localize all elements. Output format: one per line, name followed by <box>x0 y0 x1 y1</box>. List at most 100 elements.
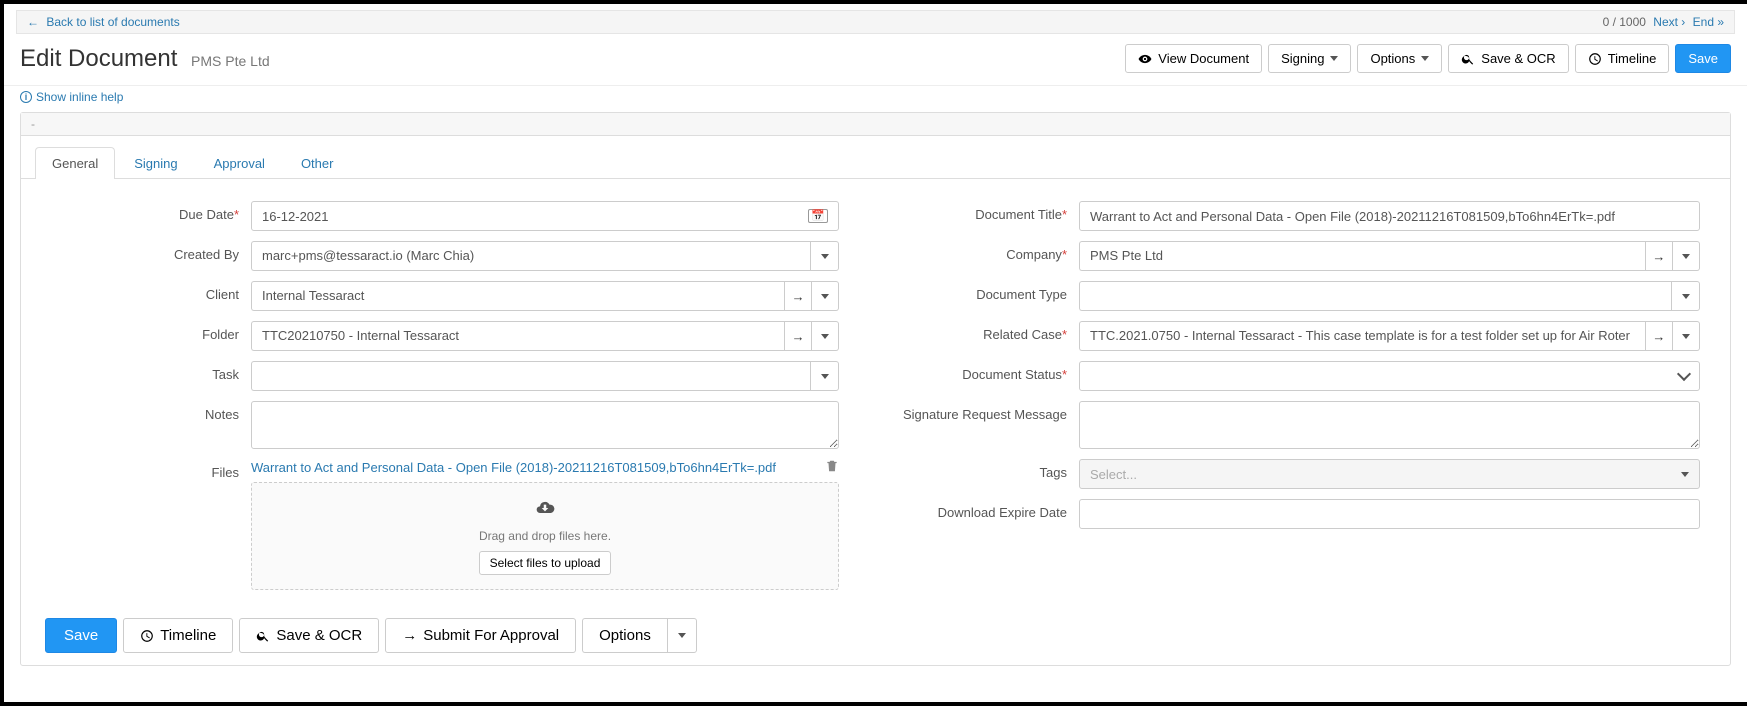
created-by-input[interactable]: marc+pms@tessaract.io (Marc Chia) <box>251 241 810 271</box>
signature-message-textarea[interactable] <box>1079 401 1700 449</box>
related-case-goto-button[interactable] <box>1645 321 1672 351</box>
arrow-right-icon <box>1652 249 1665 264</box>
pager-end-link[interactable]: End » <box>1693 15 1724 29</box>
caret-down-icon <box>821 374 829 379</box>
file-dropzone[interactable]: Drag and drop files here. Select files t… <box>251 482 839 590</box>
file-row: Warrant to Act and Personal Data - Open … <box>251 459 839 476</box>
search-icon <box>1461 52 1475 66</box>
label-company: Company <box>1006 247 1062 262</box>
view-document-label: View Document <box>1158 51 1249 66</box>
related-case-dropdown-toggle[interactable] <box>1673 321 1700 351</box>
panel-header: - <box>21 113 1730 136</box>
tab-approval[interactable]: Approval <box>197 147 282 179</box>
show-inline-help-link[interactable]: i Show inline help <box>4 86 139 112</box>
caret-down-icon <box>1681 472 1689 477</box>
save-ocr-button-bottom[interactable]: Save & OCR <box>239 618 379 653</box>
company-dropdown-toggle[interactable] <box>1673 241 1700 271</box>
signing-dropdown-button[interactable]: Signing <box>1268 44 1351 73</box>
save-label: Save <box>1688 51 1718 66</box>
view-document-button[interactable]: View Document <box>1125 44 1262 73</box>
trash-icon[interactable] <box>825 459 839 476</box>
save-button[interactable]: Save <box>1675 44 1731 73</box>
page-subtitle: PMS Pte Ltd <box>191 53 270 69</box>
left-column: Due Date* 16-12-2021 📅 Created By marc+p… <box>51 201 839 600</box>
label-tags: Tags <box>879 459 1079 480</box>
timeline-label-bottom: Timeline <box>160 627 216 644</box>
due-date-input[interactable]: 16-12-2021 📅 <box>251 201 839 231</box>
caret-down-icon <box>1682 294 1690 299</box>
related-case-value: TTC.2021.0750 - Internal Tessaract - Thi… <box>1090 328 1630 343</box>
options-dropdown-button[interactable]: Options <box>1357 44 1442 73</box>
clock-icon <box>1588 52 1602 66</box>
download-expire-input[interactable] <box>1079 499 1700 529</box>
bottom-actions: Save Timeline Save & OCR → Submit For Ap… <box>21 610 1730 653</box>
caret-down-icon <box>1330 56 1338 61</box>
calendar-icon: 📅 <box>808 209 828 223</box>
related-case-input[interactable]: TTC.2021.0750 - Internal Tessaract - Thi… <box>1079 321 1645 351</box>
company-goto-button[interactable] <box>1645 241 1672 271</box>
arrow-left-icon: ← <box>27 15 39 29</box>
timeline-label: Timeline <box>1608 51 1657 66</box>
options-button-group: Options <box>582 618 697 653</box>
client-input[interactable]: Internal Tessaract <box>251 281 784 311</box>
label-client: Client <box>51 281 251 302</box>
label-doc-type: Document Type <box>879 281 1079 302</box>
client-dropdown-toggle[interactable] <box>812 281 839 311</box>
client-goto-button[interactable] <box>784 281 811 311</box>
save-ocr-button[interactable]: Save & OCR <box>1448 44 1568 73</box>
clock-icon <box>140 629 154 643</box>
label-related-case: Related Case <box>983 327 1062 342</box>
created-by-value: marc+pms@tessaract.io (Marc Chia) <box>262 248 474 263</box>
caret-down-icon <box>1421 56 1429 61</box>
tab-other[interactable]: Other <box>284 147 351 179</box>
dropzone-text: Drag and drop files here. <box>266 529 824 543</box>
label-doc-status: Document Status <box>962 367 1062 382</box>
label-folder: Folder <box>51 321 251 342</box>
arrow-right-icon <box>792 289 805 304</box>
caret-down-icon <box>1682 254 1690 259</box>
options-dropdown-toggle-bottom[interactable] <box>667 618 697 653</box>
task-input[interactable] <box>251 361 810 391</box>
pager-count: 0 / 1000 <box>1603 15 1646 29</box>
header-actions: View Document Signing Options Save & OCR… <box>1125 44 1731 73</box>
timeline-button[interactable]: Timeline <box>1575 44 1670 73</box>
caret-down-icon <box>821 254 829 259</box>
options-button-bottom[interactable]: Options <box>582 618 667 653</box>
document-title-input[interactable] <box>1079 201 1700 231</box>
save-button-bottom[interactable]: Save <box>45 618 117 653</box>
notes-textarea[interactable] <box>251 401 839 449</box>
form-body: Due Date* 16-12-2021 📅 Created By marc+p… <box>21 179 1730 610</box>
select-files-button[interactable]: Select files to upload <box>479 551 612 575</box>
document-status-select[interactable] <box>1079 361 1700 391</box>
tags-select[interactable]: Select... <box>1079 459 1700 489</box>
company-input[interactable]: PMS Pte Ltd <box>1079 241 1645 271</box>
company-value: PMS Pte Ltd <box>1090 248 1163 263</box>
tabs: General Signing Approval Other <box>21 136 1730 179</box>
save-ocr-label: Save & OCR <box>1481 51 1555 66</box>
folder-value: TTC20210750 - Internal Tessaract <box>262 328 459 343</box>
page-title: Edit Document <box>20 45 177 72</box>
due-date-value: 16-12-2021 <box>262 209 329 224</box>
submit-for-approval-button[interactable]: → Submit For Approval <box>385 618 576 653</box>
client-value: Internal Tessaract <box>262 288 364 303</box>
label-due-date: Due Date <box>179 207 234 222</box>
document-type-dropdown-toggle[interactable] <box>1671 281 1700 311</box>
label-created-by: Created By <box>51 241 251 262</box>
folder-dropdown-toggle[interactable] <box>812 321 839 351</box>
folder-input[interactable]: TTC20210750 - Internal Tessaract <box>251 321 784 351</box>
folder-goto-button[interactable] <box>784 321 811 351</box>
task-dropdown-toggle[interactable] <box>810 361 839 391</box>
pager-next-link[interactable]: Next › <box>1653 15 1685 29</box>
right-column: Document Title* Company* PMS Pte Ltd Doc… <box>879 201 1700 600</box>
tab-general[interactable]: General <box>35 147 115 179</box>
document-type-input[interactable] <box>1079 281 1671 311</box>
back-to-list-link[interactable]: ← Back to list of documents <box>27 15 180 29</box>
timeline-button-bottom[interactable]: Timeline <box>123 618 233 653</box>
top-bar: ← Back to list of documents 0 / 1000 Nex… <box>16 10 1735 34</box>
tags-placeholder: Select... <box>1090 467 1137 482</box>
created-by-dropdown-toggle[interactable] <box>810 241 839 271</box>
cloud-download-icon <box>266 497 824 525</box>
back-link-label: Back to list of documents <box>46 15 179 29</box>
tab-signing[interactable]: Signing <box>117 147 194 179</box>
file-link[interactable]: Warrant to Act and Personal Data - Open … <box>251 460 776 475</box>
